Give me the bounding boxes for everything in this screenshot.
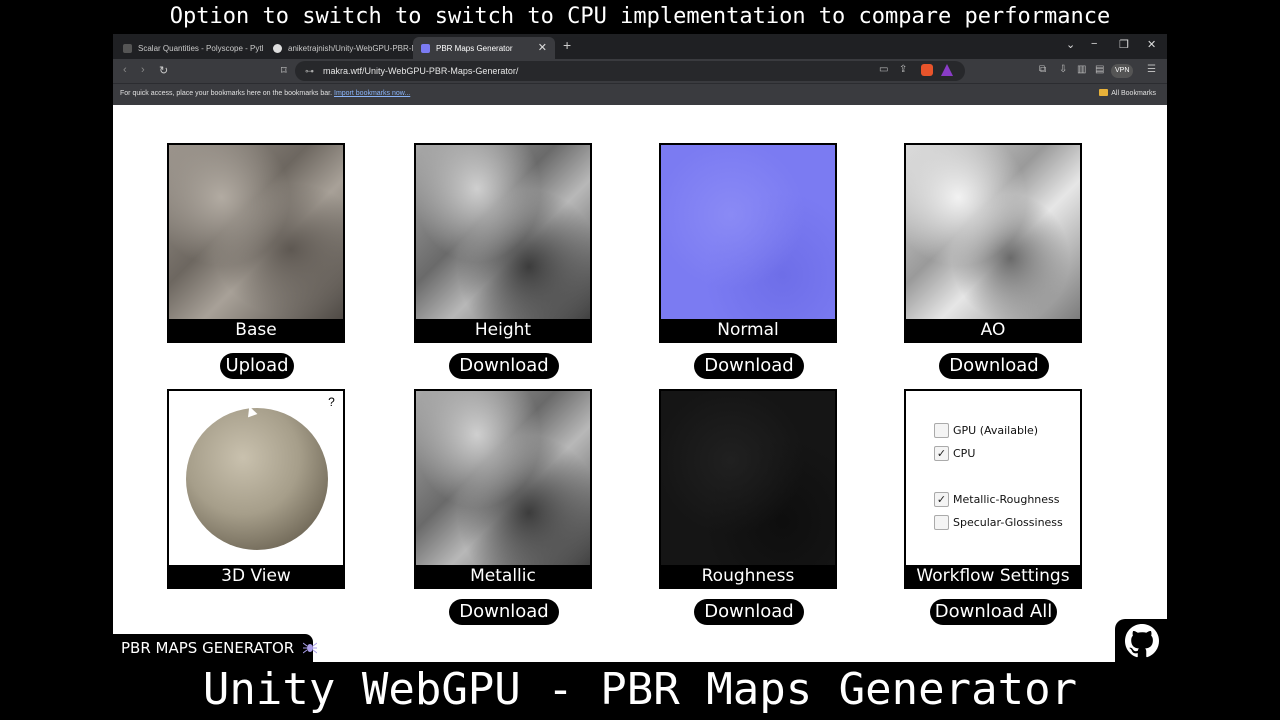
tab-github[interactable]: aniketrajnish/Unity-WebGPU-PBR-M [265,37,413,59]
metallic-roughness-checkbox[interactable]: ✓ [934,492,949,507]
wallet-icon[interactable]: ▤ [1095,64,1104,75]
close-tab-icon[interactable]: ✕ [538,41,547,54]
site-info-icon[interactable]: ⊶ [305,61,314,81]
tab-polyscope[interactable]: Scalar Quantities - Polyscope - Pyth [115,37,263,59]
extensions-icon[interactable]: ⧉ [1039,64,1046,75]
specular-glossiness-checkbox[interactable] [934,515,949,530]
gpu-option[interactable]: GPU (Available) [934,423,1038,438]
roughness-map-label: Roughness [661,565,835,587]
tab-bar: Scalar Quantities - Polyscope - Pyth ani… [113,34,1167,59]
roughness-map-image [661,391,835,565]
base-map-label: Base [169,319,343,341]
page-content: Base Upload Height Download Normal Downl… [113,105,1167,662]
height-map-image [416,145,590,319]
cpu-checkbox[interactable]: ✓ [934,446,949,461]
3d-view-card: 3D View ? [167,389,345,589]
github-favicon-icon [273,43,282,53]
workflow-settings-panel: GPU (Available) ✓ CPU ✓ Metallic-Roughne… [906,391,1080,565]
caption-top: Option to switch to switch to CPU implem… [169,4,1111,29]
ao-map-label: AO [906,319,1080,341]
base-map-image [169,145,343,319]
help-button[interactable]: ? [324,394,339,410]
sidebar-icon[interactable]: ▥ [1077,64,1086,75]
github-link[interactable] [1115,619,1167,662]
reload-icon[interactable]: ↻ [159,64,168,77]
address-bar-row: ‹ › ↻ ⌑ ⊶ makra.wtf/Unity-WebGPU-PBR-Map… [113,59,1167,83]
workflow-settings-card: GPU (Available) ✓ CPU ✓ Metallic-Roughne… [904,389,1082,589]
upload-button[interactable]: Upload [220,353,294,379]
brand-badge: PBR MAPS GENERATOR [113,634,318,662]
menu-icon[interactable]: ☰ [1147,64,1156,75]
specular-glossiness-option[interactable]: Specular-Glossiness [934,515,1063,530]
roughness-map-card: Roughness [659,389,837,589]
restore-icon[interactable]: ❐ [1119,38,1129,51]
height-map-label: Height [416,319,590,341]
metallic-map-card: Metallic [414,389,592,589]
ao-map-image [906,145,1080,319]
download-normal-button[interactable]: Download [694,353,804,379]
normal-map-label: Normal [661,319,835,341]
base-map-card: Base [167,143,345,343]
download-metallic-button[interactable]: Download [449,599,559,625]
preview-sphere[interactable] [186,408,328,550]
minimize-icon[interactable]: − [1091,38,1097,50]
workflow-settings-label: Workflow Settings [906,565,1080,587]
bookmarks-hint: For quick access, place your bookmarks h… [120,90,333,97]
cast-icon[interactable]: ▭ [879,64,888,75]
bookmarks-bar: For quick access, place your bookmarks h… [113,83,1167,105]
brave-shield-icon[interactable] [921,64,933,76]
spider-icon [302,635,318,654]
cpu-option[interactable]: ✓ CPU [934,446,975,461]
forward-icon[interactable]: › [141,64,145,76]
bookmark-icon[interactable]: ⌑ [281,64,287,77]
brand-title: PBR MAPS GENERATOR [121,639,295,657]
tab-list-icon[interactable]: ⌄ [1066,38,1075,51]
pbr-favicon-icon [421,43,430,53]
metallic-map-image [416,391,590,565]
back-icon[interactable]: ‹ [123,64,127,76]
caption-bottom: Unity WebGPU - PBR Maps Generator [202,664,1078,715]
polyscope-favicon-icon [123,43,132,53]
close-window-icon[interactable]: ✕ [1147,38,1156,51]
tab-pbr-maps-generator[interactable]: PBR Maps Generator ✕ [413,37,555,59]
url-field[interactable]: ⊶ makra.wtf/Unity-WebGPU-PBR-Maps-Genera… [295,61,965,81]
github-icon [1125,624,1159,658]
download-height-button[interactable]: Download [449,353,559,379]
gpu-checkbox[interactable] [934,423,949,438]
ao-map-card: AO [904,143,1082,343]
normal-map-image [661,145,835,319]
new-tab-button[interactable]: + [563,37,571,53]
vpn-button[interactable]: VPN [1111,64,1134,78]
download-all-button[interactable]: Download All [930,599,1057,625]
metallic-map-label: Metallic [416,565,590,587]
share-icon[interactable]: ⇪ [899,64,907,75]
3d-view-viewport[interactable] [169,391,343,565]
browser-window: Scalar Quantities - Polyscope - Pyth ani… [113,34,1167,662]
download-roughness-button[interactable]: Download [694,599,804,625]
3d-view-label: 3D View [169,565,343,587]
normal-map-card: Normal [659,143,837,343]
all-bookmarks-button[interactable]: All Bookmarks [1099,84,1156,104]
height-map-card: Height [414,143,592,343]
download-ao-button[interactable]: Download [939,353,1049,379]
metallic-roughness-option[interactable]: ✓ Metallic-Roughness [934,492,1060,507]
downloads-icon[interactable]: ⇩ [1059,64,1067,75]
folder-icon [1099,89,1109,96]
import-bookmarks-link[interactable]: Import bookmarks now... [334,90,410,97]
